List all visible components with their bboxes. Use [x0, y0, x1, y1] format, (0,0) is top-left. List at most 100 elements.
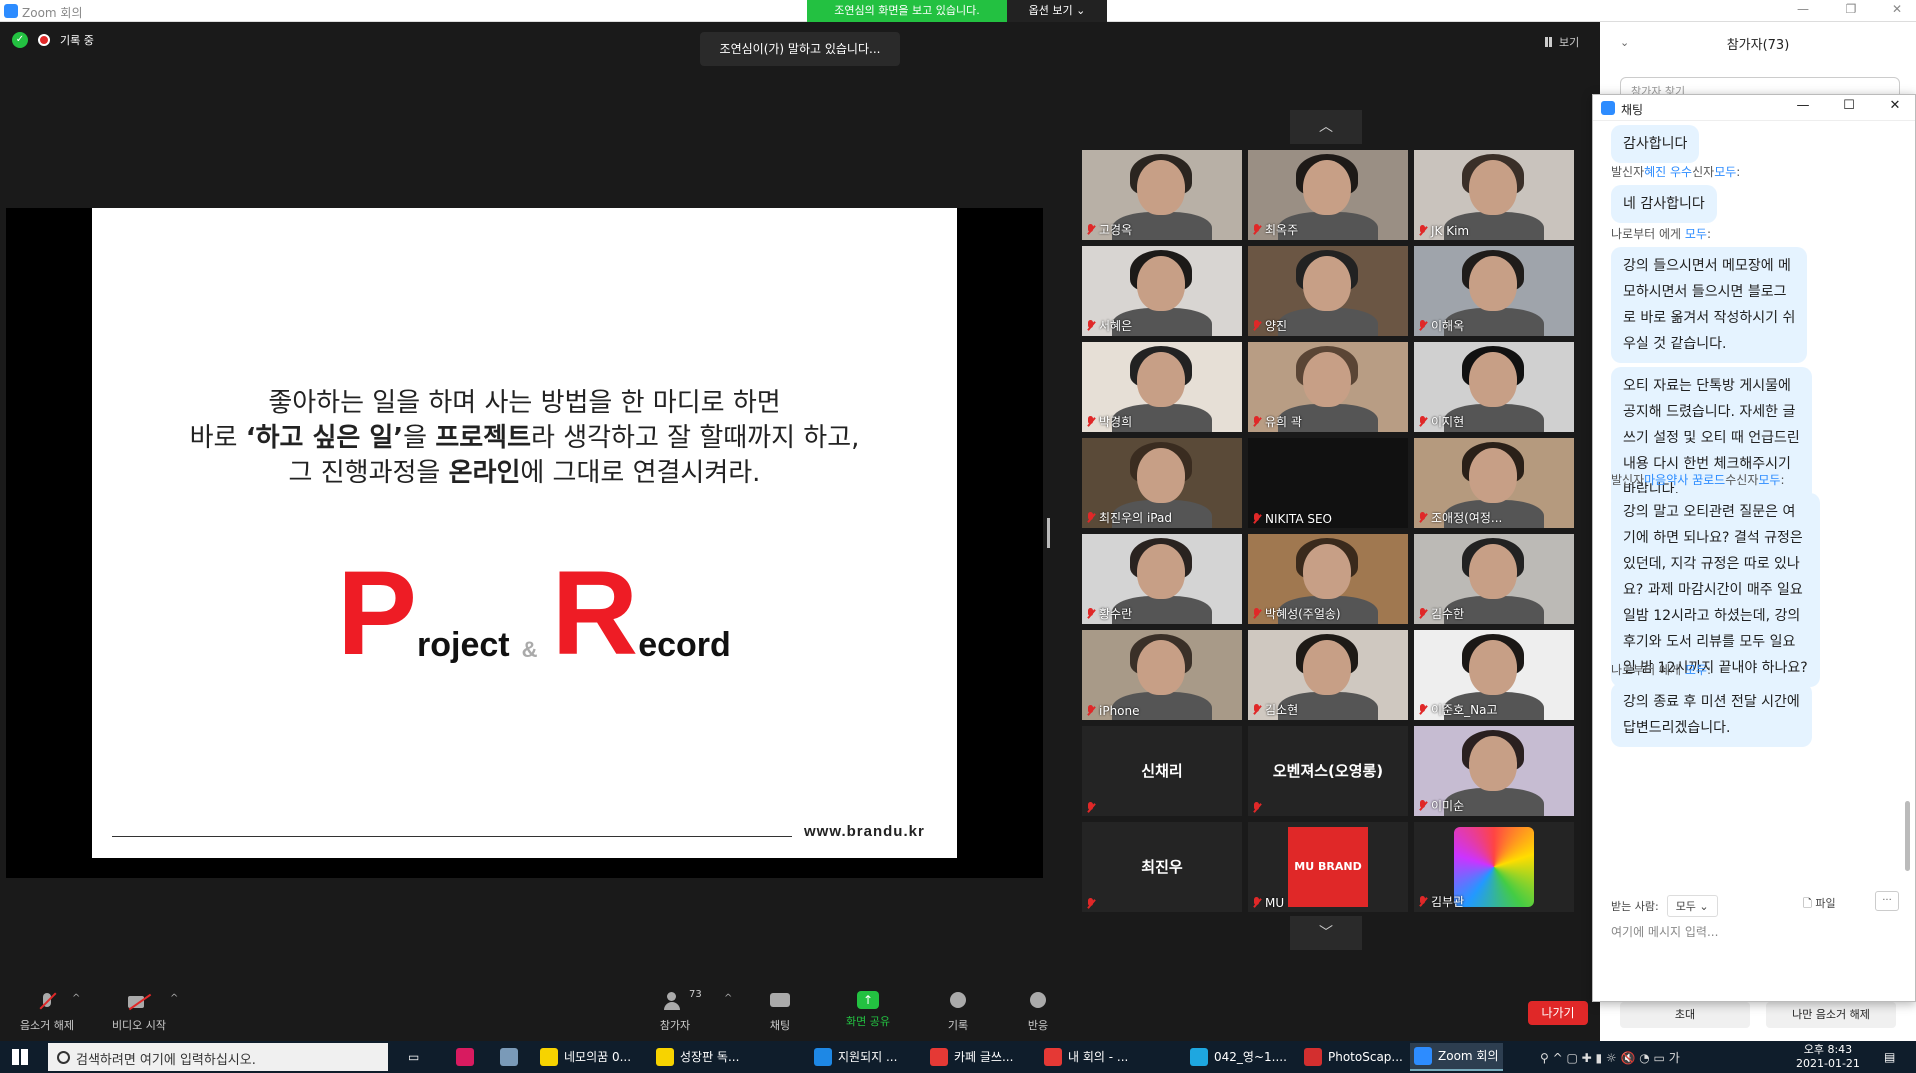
video-tile[interactable]: 이미순	[1414, 726, 1574, 816]
view-options-button[interactable]: 옵션 보기 ⌄	[1007, 0, 1107, 22]
notifications-icon[interactable]: ▤	[1880, 1043, 1899, 1071]
video-options-caret-icon[interactable]: ^	[170, 993, 178, 1004]
taskbar-pinned-icon[interactable]	[452, 1043, 478, 1071]
video-tile[interactable]: 양진	[1248, 246, 1408, 336]
start-video-label: 비디오 시작	[111, 1019, 167, 1032]
windows-start-icon[interactable]	[12, 1049, 28, 1065]
video-tile[interactable]: MU BRAND MU	[1248, 822, 1408, 912]
app-icon	[656, 1048, 674, 1066]
video-tile[interactable]: 고경옥	[1082, 150, 1242, 240]
video-tile[interactable]: 김부관	[1414, 822, 1574, 912]
participant-video	[1469, 352, 1517, 407]
chat-minimize-icon[interactable]: —	[1791, 98, 1815, 113]
participant-video	[1278, 308, 1378, 336]
tile-name-tag: 황수란	[1086, 605, 1132, 622]
video-tile[interactable]: iPhone	[1082, 630, 1242, 720]
chat-button[interactable]: 채팅	[760, 991, 800, 1033]
taskbar-search-input[interactable]: 검색하려면 여기에 입력하십시오.	[48, 1043, 388, 1071]
video-tile[interactable]: 이해옥	[1414, 246, 1574, 336]
start-video-button[interactable]: 비디오 시작	[104, 991, 174, 1033]
view-button[interactable]: 보기	[1545, 34, 1579, 50]
video-tile[interactable]: 조애정(여정...	[1414, 438, 1574, 528]
video-tile[interactable]: 이준호_Na고	[1414, 630, 1574, 720]
gallery-prev-button[interactable]: ︿	[1290, 110, 1362, 144]
system-tray-icons[interactable]: ⚲ ^ ▢ ✚ ▮ ☼ 🔇 ◔ ▭ 가	[1540, 1049, 1680, 1066]
close-window-icon[interactable]: ✕	[1882, 2, 1912, 16]
audio-options-caret-icon[interactable]: ^	[72, 993, 80, 1004]
tile-name-tag: NIKITA SEO	[1252, 512, 1332, 526]
chat-maximize-icon[interactable]: ☐	[1837, 98, 1861, 113]
taskbar-clock[interactable]: 오후 8:43 2021-01-21	[1796, 1043, 1860, 1071]
participant-name: 고경옥	[1099, 223, 1133, 237]
video-tile[interactable]: 최진우의 iPad	[1082, 438, 1242, 528]
chat-close-icon[interactable]: ✕	[1883, 98, 1907, 113]
video-tile[interactable]: 박경희	[1082, 342, 1242, 432]
chat-scrollbar[interactable]	[1905, 801, 1910, 871]
gallery-next-button[interactable]: ﹀	[1290, 916, 1362, 950]
chat-title: 채팅	[1621, 103, 1644, 117]
record-button[interactable]: 기록	[938, 991, 978, 1033]
logo-ampersand: &	[521, 637, 538, 662]
taskbar-app-label: Zoom 회의	[1438, 1049, 1499, 1063]
taskbar-pinned-icon[interactable]	[496, 1043, 522, 1071]
chat-messages[interactable]: 감사합니다 발신자혜진 우수신자모두: 네 감사합니다 나로부터 에게 모두: 강의 들…	[1593, 121, 1915, 901]
chat-sender-name[interactable]: 마음약사 꿈로드	[1644, 473, 1725, 487]
video-tile[interactable]: 박혜성(주얼송)	[1248, 534, 1408, 624]
chat-sender-name[interactable]: 모두	[1685, 227, 1707, 241]
video-tile[interactable]: 황수란	[1082, 534, 1242, 624]
chat-sender-text: 나로부터 에게	[1611, 663, 1685, 677]
invite-button[interactable]: 초대	[1620, 1002, 1750, 1028]
file-button[interactable]: 🗋 파일	[1803, 895, 1836, 914]
taskbar-app-button[interactable]: 카페 글쓰...	[926, 1043, 1017, 1071]
tile-name-tag: 유희 곽	[1252, 413, 1302, 430]
security-shield-icon[interactable]: ✓	[12, 32, 28, 48]
task-view-icon[interactable]: ▭	[404, 1043, 423, 1071]
participants-caret-icon[interactable]: ^	[724, 993, 732, 1004]
unmute-label: 음소거 해제	[19, 1019, 75, 1032]
chat-sender-name[interactable]: 모두	[1714, 165, 1736, 179]
participant-video	[1137, 544, 1185, 599]
chat-sender-name[interactable]: 모두	[1685, 663, 1707, 677]
chat-message-input[interactable]: 여기에 메시지 입력...	[1611, 923, 1718, 940]
minimize-icon[interactable]: —	[1788, 2, 1818, 16]
reactions-button[interactable]: 반응	[1018, 991, 1058, 1033]
taskbar-app-button[interactable]: 지원되지 ...	[810, 1043, 901, 1071]
chat-sender-text: :	[1736, 165, 1741, 179]
shared-screen: 좋아하는 일을 하며 사는 방법을 한 마디로 하면 바로 ‘하고 싶은 일’을…	[6, 208, 1043, 878]
ime-indicator[interactable]: 가	[1669, 1051, 1680, 1065]
video-tile[interactable]: 오벤져스(오영롱)	[1248, 726, 1408, 816]
video-tile[interactable]: NIKITA SEO	[1248, 438, 1408, 528]
video-tile[interactable]: 서혜은	[1082, 246, 1242, 336]
panel-splitter-handle[interactable]	[1047, 518, 1050, 548]
chat-sender-name[interactable]: 혜진 우수	[1644, 165, 1692, 179]
video-tile[interactable]: 이지현	[1414, 342, 1574, 432]
video-tile[interactable]: 신채리	[1082, 726, 1242, 816]
video-tile[interactable]: 유희 곽	[1248, 342, 1408, 432]
taskbar-app-button[interactable]: Zoom 회의	[1410, 1043, 1503, 1071]
video-tile[interactable]: JK Kim	[1414, 150, 1574, 240]
chat-sender-text: 나로부터 에게	[1611, 227, 1685, 241]
video-tile[interactable]: 최옥주	[1248, 150, 1408, 240]
tile-name-tag: MU	[1252, 896, 1284, 910]
muted-mic-icon	[1086, 802, 1095, 814]
chat-sender-name[interactable]: 모두	[1758, 473, 1780, 487]
taskbar-app-button[interactable]: PhotoScap...	[1300, 1043, 1407, 1071]
video-tile[interactable]: 최진우	[1082, 822, 1242, 912]
share-screen-button[interactable]: ↑ 화면 공유	[838, 991, 898, 1029]
unmute-me-button[interactable]: 나만 음소거 해제	[1766, 1002, 1896, 1028]
taskbar-app-button[interactable]: 내 회의 - ...	[1040, 1043, 1132, 1071]
chat-sender-text: :	[1706, 227, 1712, 241]
restore-icon[interactable]: ❐	[1836, 2, 1866, 16]
muted-mic-icon	[1086, 223, 1095, 236]
taskbar-app-button[interactable]: 042_영~1....	[1186, 1043, 1291, 1071]
more-options-icon[interactable]: ···	[1875, 891, 1899, 911]
taskbar-app-button[interactable]: 성장판 독...	[652, 1043, 743, 1071]
participants-button[interactable]: 73 참가자	[650, 989, 702, 1033]
muted-mic-icon	[35, 991, 59, 1013]
slide-footer-rule	[112, 836, 792, 837]
recipient-select[interactable]: 모두 ⌄	[1666, 895, 1718, 917]
video-tile[interactable]: 김소현	[1248, 630, 1408, 720]
video-tile[interactable]: 김수한	[1414, 534, 1574, 624]
taskbar-app-button[interactable]: 네모의꿈 0...	[536, 1043, 635, 1071]
leave-button[interactable]: 나가기	[1528, 1001, 1588, 1025]
